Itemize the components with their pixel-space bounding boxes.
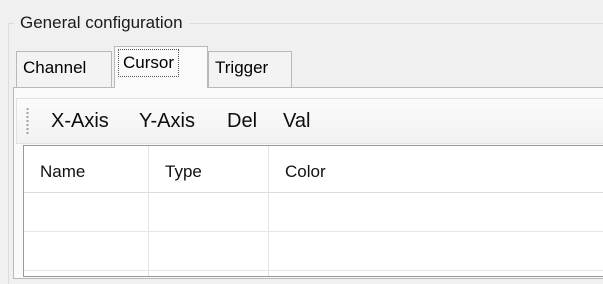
tab-channel[interactable]: Channel <box>16 51 112 87</box>
column-header-color[interactable]: Color <box>269 146 603 192</box>
table-row[interactable] <box>24 193 603 232</box>
tab-trigger-label: Trigger <box>215 58 269 77</box>
tab-cursor-label: Cursor <box>118 49 180 77</box>
y-axis-button[interactable]: Y-Axis <box>139 103 195 139</box>
tab-trigger[interactable]: Trigger <box>208 51 292 87</box>
column-header-type[interactable]: Type <box>149 146 269 192</box>
cursor-toolbar: X-Axis Y-Axis Del Val <box>16 98 603 144</box>
table-row[interactable] <box>24 232 603 271</box>
del-button[interactable]: Del <box>227 103 257 139</box>
column-header-name[interactable]: Name <box>24 146 149 192</box>
tab-channel-label: Channel <box>23 58 87 77</box>
grid-header: Name Type Color <box>24 146 603 193</box>
toolbar-grip-handle[interactable] <box>26 107 29 135</box>
cursor-grid[interactable]: Name Type Color <box>23 145 603 277</box>
x-axis-button[interactable]: X-Axis <box>51 103 109 139</box>
val-button[interactable]: Val <box>283 103 310 139</box>
tab-cursor[interactable]: Cursor <box>114 46 208 88</box>
groupbox-title: General configuration <box>14 12 189 34</box>
